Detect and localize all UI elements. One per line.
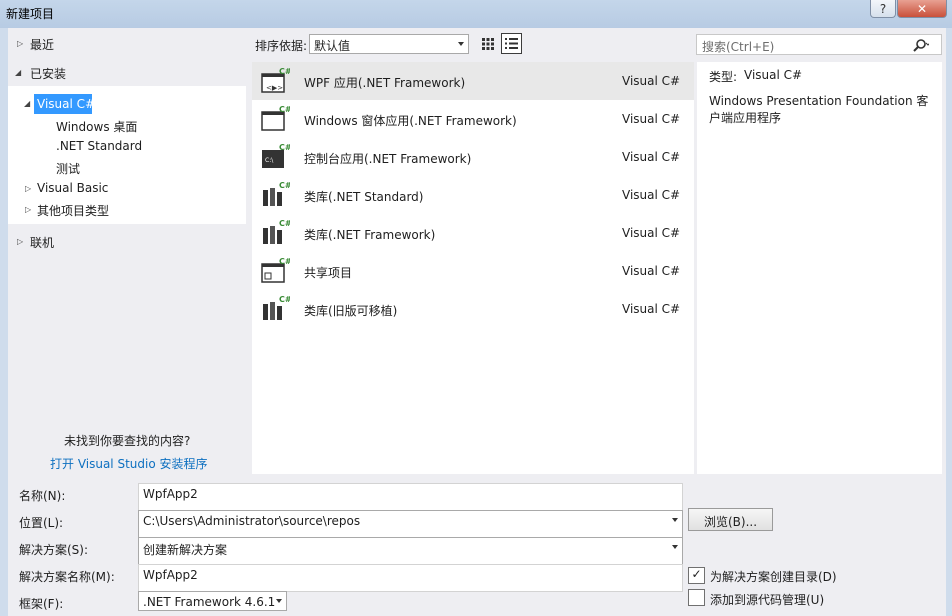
not-found-text: 未找到你要查找的内容? (64, 434, 191, 448)
tree-item-visual-basic[interactable]: Visual Basic (37, 181, 108, 195)
framework-value: .NET Framework 4.6.1 (143, 595, 276, 609)
sort-value: 默认值 (314, 39, 351, 53)
title-bar (0, 0, 952, 28)
solution-value: 创建新解决方案 (143, 543, 228, 557)
template-row[interactable]: C# 共享项目 Visual C# (252, 252, 694, 290)
sort-label: 排序依据: (255, 39, 308, 53)
svg-text:C#: C# (279, 105, 290, 114)
solution-dropdown[interactable]: 创建新解决方案 (138, 537, 683, 565)
search-placeholder: 搜索(Ctrl+E) (702, 40, 775, 54)
create-directory-label: 为解决方案创建目录(D) (710, 570, 837, 584)
svg-text:C#: C# (279, 219, 290, 228)
template-name: 类库(.NET Framework) (304, 228, 436, 242)
template-description: Windows Presentation Foundation 客户端应用程序 (709, 94, 929, 125)
winforms-app-icon: C# (261, 105, 290, 131)
list-view-button[interactable] (501, 33, 522, 54)
tree-item-net-standard[interactable]: .NET Standard (56, 139, 142, 153)
console-app-icon: C:\ C# (262, 143, 290, 168)
template-name: 类库(旧版可移植) (304, 304, 398, 318)
template-language: Visual C# (622, 226, 681, 240)
collapse-arrow-icon[interactable]: ◢ (24, 99, 30, 108)
svg-text:C#: C# (279, 257, 290, 266)
list-view-icon (505, 38, 518, 49)
tree-item-windows-desktop[interactable]: Windows 桌面 (56, 118, 137, 135)
type-value: Visual C# (744, 68, 803, 82)
browse-button[interactable]: 浏览(B)... (688, 508, 773, 531)
location-label: 位置(L): (19, 516, 64, 530)
solution-name-value: WpfApp2 (143, 568, 198, 582)
name-label: 名称(N): (19, 489, 66, 503)
project-name-input[interactable]: WpfApp2 (138, 483, 683, 511)
template-language: Visual C# (622, 150, 681, 164)
tree-item-recent[interactable]: 最近 (30, 36, 54, 53)
collapse-arrow-icon[interactable]: ◢ (15, 68, 21, 77)
expand-arrow-icon[interactable]: ▷ (25, 184, 31, 193)
tree-item-installed[interactable]: 已安装 (30, 65, 66, 82)
solution-name-label: 解决方案名称(M): (19, 570, 115, 584)
class-library-icon: C# (263, 181, 290, 206)
template-name: 共享项目 (304, 266, 353, 280)
location-dropdown[interactable]: C:\Users\Administrator\source\repos (138, 510, 683, 538)
solution-name-input[interactable]: WpfApp2 (138, 564, 683, 592)
svg-text:C:\: C:\ (265, 157, 274, 164)
template-row[interactable]: C:\ C# 控制台应用(.NET Framework) Visual C# (252, 138, 694, 176)
class-library-icon: C# (263, 295, 290, 320)
template-name: WPF 应用(.NET Framework) (304, 76, 466, 90)
framework-dropdown[interactable]: .NET Framework 4.6.1 (138, 591, 287, 611)
source-control-label: 添加到源代码管理(U) (710, 593, 825, 607)
open-installer-link[interactable]: 打开 Visual Studio 安装程序 (50, 455, 208, 472)
template-language: Visual C# (622, 112, 681, 126)
template-row[interactable]: C# Windows 窗体应用(.NET Framework) Visual C… (252, 100, 694, 138)
grid-view-icon (482, 38, 494, 50)
search-icon[interactable] (913, 38, 929, 52)
create-directory-checkbox[interactable]: ✓ (688, 567, 705, 584)
shared-project-icon: C# (261, 257, 290, 283)
question-icon: ? (879, 1, 887, 16)
project-name-value: WpfApp2 (143, 487, 198, 501)
location-value: C:\Users\Administrator\source\repos (143, 514, 361, 528)
template-row[interactable]: C# 类库(.NET Standard) Visual C# (252, 176, 694, 214)
tree-item-visual-csharp[interactable]: Visual C# (37, 97, 95, 111)
template-name: 控制台应用(.NET Framework) (304, 152, 472, 166)
template-row[interactable]: <▶> C# WPF 应用(.NET Framework) Visual C# (252, 62, 694, 100)
tree-item-online[interactable]: 联机 (30, 234, 54, 251)
help-button[interactable]: ? (870, 0, 896, 18)
type-label: 类型: (709, 70, 738, 84)
template-name: 类库(.NET Standard) (304, 190, 424, 204)
svg-text:<▶>: <▶> (266, 84, 283, 92)
wpf-app-icon: <▶> C# (261, 67, 290, 93)
class-library-icon: C# (263, 219, 290, 244)
template-row[interactable]: C# 类库(.NET Framework) Visual C# (252, 214, 694, 252)
expand-arrow-icon[interactable]: ▷ (17, 237, 23, 246)
chevron-down-icon (458, 42, 464, 46)
template-language: Visual C# (622, 74, 681, 88)
chevron-down-icon (672, 518, 678, 522)
tree-item-test[interactable]: 测试 (56, 160, 80, 177)
expand-arrow-icon[interactable]: ▷ (17, 39, 23, 48)
solution-label: 解决方案(S): (19, 543, 89, 557)
source-control-checkbox[interactable] (688, 589, 705, 606)
chevron-down-icon (672, 545, 678, 549)
tree-item-other-types[interactable]: 其他项目类型 (37, 202, 109, 219)
template-language: Visual C# (622, 188, 681, 202)
svg-text:C#: C# (279, 67, 290, 76)
chevron-down-icon (276, 599, 282, 603)
search-input[interactable]: 搜索(Ctrl+E) (696, 34, 942, 55)
window-title: 新建项目 (6, 7, 55, 21)
template-language: Visual C# (622, 302, 681, 316)
grid-view-button[interactable] (478, 34, 498, 54)
framework-label: 框架(F): (19, 597, 64, 611)
template-language: Visual C# (622, 264, 681, 278)
svg-text:C#: C# (279, 295, 290, 304)
close-button[interactable]: ✕ (897, 0, 947, 18)
close-icon: ✕ (916, 1, 928, 16)
template-row[interactable]: C# 类库(旧版可移植) Visual C# (252, 290, 694, 328)
template-name: Windows 窗体应用(.NET Framework) (304, 114, 517, 128)
svg-text:C#: C# (279, 181, 290, 190)
sort-dropdown[interactable]: 默认值 (309, 34, 469, 54)
svg-text:C#: C# (279, 143, 290, 152)
expand-arrow-icon[interactable]: ▷ (25, 205, 31, 214)
